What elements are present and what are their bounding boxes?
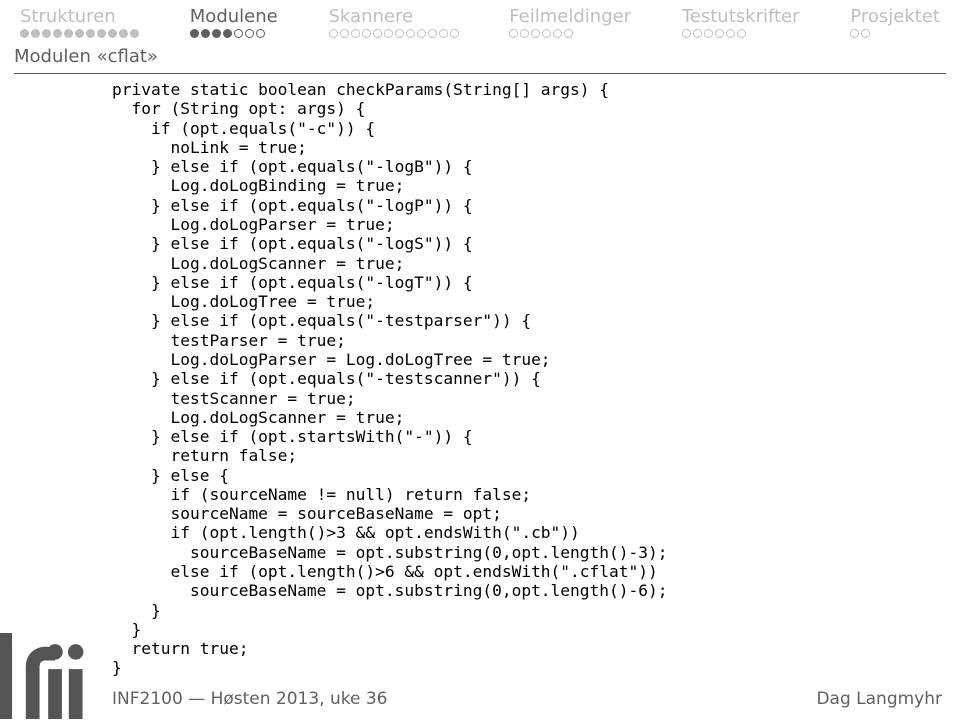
nav-label: Testutskrifter bbox=[682, 6, 800, 27]
nav-progress bbox=[509, 29, 631, 38]
nav: Strukturen Modulene Skannere Feilmeldinger T… bbox=[0, 0, 960, 38]
nav-progress bbox=[850, 29, 940, 38]
code-listing: private static boolean checkParams(Strin… bbox=[0, 74, 960, 678]
nav-label: Feilmeldinger bbox=[509, 6, 631, 27]
nav-progress bbox=[329, 29, 459, 38]
nav-progress bbox=[190, 29, 278, 38]
nav-label: Skannere bbox=[329, 6, 459, 27]
nav-label: Modulene bbox=[190, 6, 278, 27]
nav-item-2[interactable]: Skannere bbox=[321, 6, 467, 38]
nav-item-5[interactable]: Prosjektet bbox=[842, 6, 948, 38]
nav-progress bbox=[682, 29, 800, 38]
footer-left: INF2100 — Høsten 2013, uke 36 bbox=[112, 689, 388, 709]
nav-item-0[interactable]: Strukturen bbox=[12, 6, 147, 38]
nav-item-3[interactable]: Feilmeldinger bbox=[501, 6, 639, 38]
ifi-logo bbox=[0, 633, 86, 719]
nav-item-4[interactable]: Testutskrifter bbox=[674, 6, 808, 38]
nav-progress bbox=[20, 29, 139, 38]
nav-label: Strukturen bbox=[20, 6, 139, 27]
footer-right: Dag Langmyhr bbox=[816, 689, 942, 709]
nav-item-1[interactable]: Modulene bbox=[182, 6, 286, 38]
footer: INF2100 — Høsten 2013, uke 36 Dag Langmy… bbox=[0, 689, 960, 709]
frame-subtitle: Modulen «cflat» bbox=[0, 38, 960, 71]
nav-label: Prosjektet bbox=[850, 6, 940, 27]
